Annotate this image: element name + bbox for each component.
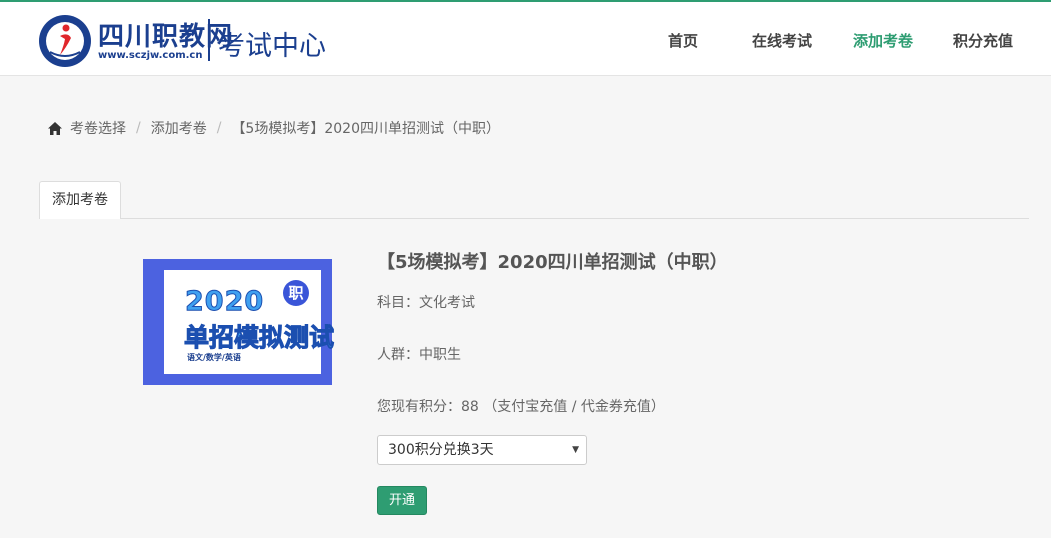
exam-title: 【5场模拟考】2020四川单招测试（中职）: [377, 252, 728, 273]
cover-year: 2020: [184, 286, 265, 318]
site-header: 四川职教网 www.sczjw.com.cn 考试中心 首页 在线考试 添加考卷…: [0, 2, 1051, 76]
audience-label: 人群：: [377, 347, 419, 363]
breadcrumb-separator: /: [216, 120, 222, 136]
nav-online-exam[interactable]: 在线考试: [752, 30, 812, 51]
points-label: 您现有积分：: [377, 399, 461, 415]
exam-subject-row: 科目：文化考试: [377, 292, 475, 312]
cover-badge: 职: [283, 280, 309, 306]
alipay-recharge-link[interactable]: 支付宝充值: [497, 399, 567, 415]
site-logo-icon[interactable]: [38, 14, 92, 68]
recharge-separator: /: [567, 399, 581, 415]
brand-divider: [208, 19, 210, 61]
tab-divider: [121, 218, 1029, 219]
breadcrumb-item-exam-select[interactable]: 考卷选择: [70, 118, 126, 138]
voucher-recharge-link[interactable]: 代金券充值: [581, 399, 651, 415]
plan-select[interactable]: 300积分兑换3天 ▼: [377, 435, 587, 465]
brand-url: www.sczjw.com.cn: [98, 50, 203, 61]
subject-value: 文化考试: [419, 295, 475, 311]
subject-label: 科目：: [377, 295, 419, 311]
brand-name: 四川职教网: [98, 22, 234, 52]
breadcrumb-item-current: 【5场模拟考】2020四川单招测试（中职）: [231, 121, 500, 137]
cover-subjects: 语文/数学/英语: [187, 353, 241, 362]
nav-add-exam[interactable]: 添加考卷: [853, 30, 913, 51]
exam-audience-row: 人群：中职生: [377, 344, 461, 364]
tab-add-exam[interactable]: 添加考卷: [39, 181, 121, 219]
open-button[interactable]: 开通: [377, 486, 427, 515]
breadcrumb: 考卷选择 / 添加考卷 / 【5场模拟考】2020四川单招测试（中职）: [48, 118, 500, 138]
nav-home[interactable]: 首页: [668, 30, 698, 51]
breadcrumb-separator: /: [136, 120, 141, 136]
recharge-paren-close: ）: [650, 399, 665, 415]
nav-points-recharge[interactable]: 积分充值: [953, 30, 1013, 51]
breadcrumb-item-add-exam[interactable]: 添加考卷: [151, 118, 207, 138]
chevron-down-icon: ▼: [572, 445, 579, 455]
exam-cover-image: 2020 单招模拟测试 语文/数学/英语: [143, 259, 335, 385]
site-subtitle: 考试中心: [218, 31, 326, 62]
home-icon[interactable]: [48, 121, 62, 135]
plan-select-value: 300积分兑换3天: [388, 442, 494, 458]
audience-value: 中职生: [419, 347, 461, 363]
points-row: 您现有积分：88 （支付宝充值 / 代金券充值）: [377, 396, 665, 416]
recharge-paren-open: （: [483, 399, 498, 415]
cover-title: 单招模拟测试: [183, 323, 335, 353]
points-value: 88: [461, 399, 479, 415]
